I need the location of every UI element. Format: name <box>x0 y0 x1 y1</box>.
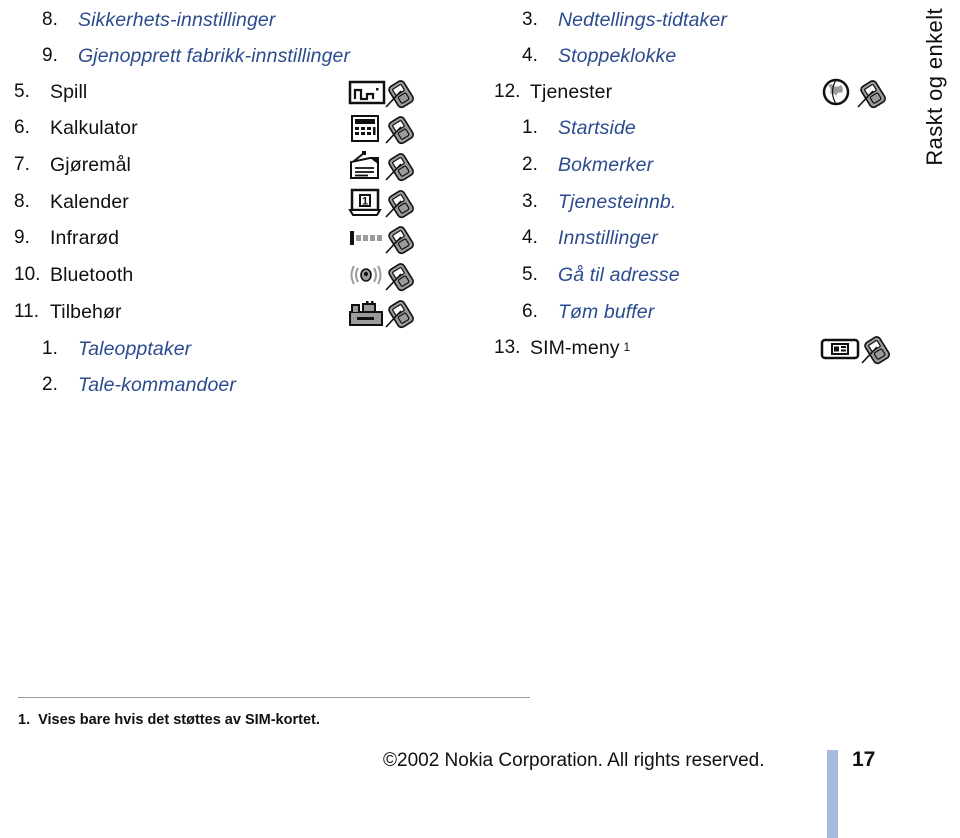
menu-item: 7. Gjøremål <box>0 147 131 183</box>
phone-glyph <box>860 80 886 109</box>
menu-item-number: 8. <box>42 9 58 30</box>
phone-glyph <box>388 116 414 145</box>
page-number: 17 <box>852 748 876 771</box>
menu-item-label: Stoppeklokke <box>558 44 677 67</box>
footnote-divider <box>18 697 530 698</box>
footnote-marker: 1. <box>18 712 31 728</box>
menu-item-label: Sikkerhets-innstillinger <box>78 8 276 31</box>
phone-glyph <box>388 190 414 219</box>
menu-item: 3. Nedtellings-tidtaker <box>480 2 727 38</box>
menu-item-label: Taleopptaker <box>78 337 192 360</box>
copyright-notice: ©2002 Nokia Corporation. All rights rese… <box>383 750 765 771</box>
menu-item-number: 3. <box>522 191 538 212</box>
menu-item-number: 10. <box>14 264 41 285</box>
menu-item-label: Tale-kommandoer <box>78 373 236 396</box>
menu-item: 13. SIM-meny 1 <box>480 330 630 366</box>
menu-item-number: 7. <box>14 154 30 175</box>
page-number-bar <box>827 750 838 838</box>
menu-item-number: 13. <box>494 337 521 358</box>
accessories-icon <box>348 297 424 329</box>
menu-item: 12. Tjenester <box>480 74 612 110</box>
menu-item-label: Tøm buffer <box>558 300 655 323</box>
menu-item-label: Gjøremål <box>50 153 131 176</box>
menu-item-label: Startside <box>558 116 636 139</box>
footnote-text: Vises bare hvis det støttes av SIM-korte… <box>38 712 320 728</box>
manual-page: 8. Sikkerhets-innstillinger 9. Gjenopprett … <box>0 0 960 838</box>
section-tab: Raskt og enkelt <box>918 8 952 228</box>
menu-item: 10. Bluetooth <box>0 257 133 293</box>
menu-item-number: 5. <box>14 81 30 102</box>
menu-item-number: 12. <box>494 81 521 102</box>
phone-glyph <box>388 153 414 182</box>
section-tab-label: Raskt og enkelt <box>922 8 947 166</box>
phone-glyph <box>388 263 414 292</box>
menu-item-label: Tjenesteinnb. <box>558 190 677 213</box>
calculator-icon <box>348 113 424 145</box>
infrared-icon <box>348 223 424 255</box>
phone-glyph <box>388 300 414 329</box>
menu-item-number: 6. <box>14 117 30 138</box>
games-icon <box>348 77 424 109</box>
bluetooth-icon <box>348 260 424 292</box>
menu-item-label: Bluetooth <box>50 263 134 286</box>
calendar-icon: 1 <box>348 187 424 219</box>
menu-item: 8. Kalender <box>0 184 129 220</box>
menu-item-number: 2. <box>522 154 538 175</box>
menu-item-label: Gå til adresse <box>558 263 680 286</box>
menu-item: 3. Tjenesteinnb. <box>480 184 676 220</box>
menu-item-label: Tjenester <box>530 80 613 103</box>
footnote: 1. Vises bare hvis det støttes av SIM-kor… <box>18 712 320 728</box>
menu-item-number: 6. <box>522 301 538 322</box>
footnote-reference: 1 <box>623 342 631 354</box>
menu-item-label: Infrarød <box>50 226 120 249</box>
phone-glyph <box>388 80 414 109</box>
menu-item-number: 5. <box>522 264 538 285</box>
menu-item-label: SIM-meny <box>530 336 620 359</box>
menu-item-label: Nedtellings-tidtaker <box>558 8 727 31</box>
menu-item-number: 1. <box>522 117 538 138</box>
menu-item-label: Gjenopprett fabrikk-innstillinger <box>78 44 351 67</box>
menu-item: 1. Taleopptaker <box>0 331 191 367</box>
menu-item: 11. Tilbehør <box>0 294 122 330</box>
menu-item-number: 3. <box>522 9 538 30</box>
menu-item: 1. Startside <box>480 110 636 146</box>
menu-item: 6. Kalkulator <box>0 110 138 146</box>
phone-glyph <box>864 336 890 365</box>
menu-item: 4. Innstillinger <box>480 220 658 256</box>
menu-item-number: 9. <box>42 45 58 66</box>
menu-item: 9. Gjenopprett fabrikk-innstillinger <box>0 38 350 74</box>
menu-item: 5. Gå til adresse <box>480 257 680 293</box>
menu-item-label: Innstillinger <box>558 226 658 249</box>
menu-item-label: Kalender <box>50 190 129 213</box>
menu-item-number: 9. <box>14 227 30 248</box>
menu-item-number: 4. <box>522 45 538 66</box>
menu-item-label: Tilbehør <box>50 300 122 323</box>
menu-item: 2. Bokmerker <box>480 147 653 183</box>
menu-item: 6. Tøm buffer <box>480 294 654 330</box>
phone-glyph <box>388 226 414 255</box>
services-globe-icon <box>820 77 896 109</box>
menu-item-number: 8. <box>14 191 30 212</box>
menu-item-label: Spill <box>50 80 88 103</box>
menu-item-number: 11. <box>14 301 40 322</box>
menu-item-label: Bokmerker <box>558 153 654 176</box>
sim-menu-icon <box>820 333 896 365</box>
svg-text:1: 1 <box>362 196 368 208</box>
menu-item: 5. Spill <box>0 74 87 110</box>
menu-item-number: 1. <box>42 338 58 359</box>
menu-item-number: 2. <box>42 374 58 395</box>
menu-item-label: Kalkulator <box>50 116 138 139</box>
menu-item: 2. Tale-kommandoer <box>0 367 236 403</box>
todo-icon <box>348 150 424 182</box>
menu-item: 9. Infrarød <box>0 220 119 256</box>
menu-item-number: 4. <box>522 227 538 248</box>
menu-item: 8. Sikkerhets-innstillinger <box>0 2 275 38</box>
menu-item: 4. Stoppeklokke <box>480 38 676 74</box>
